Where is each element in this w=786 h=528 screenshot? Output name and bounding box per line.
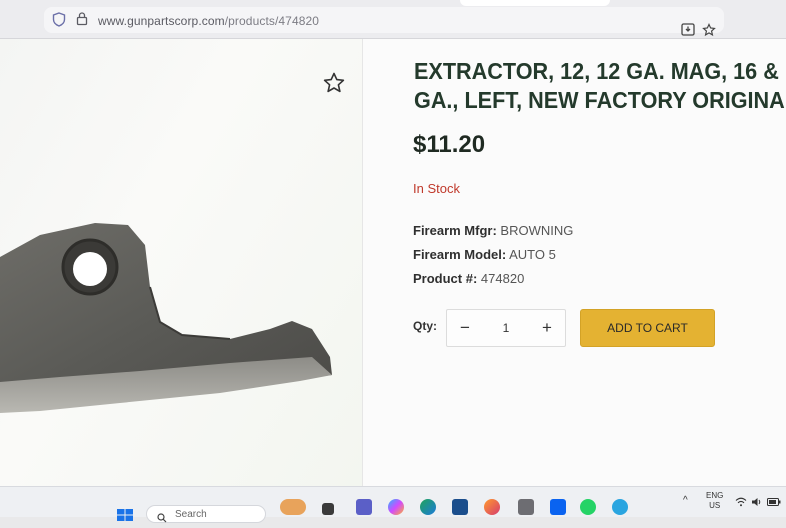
spec-value: 474820 (480, 271, 525, 286)
quantity-stepper: − 1 + (446, 309, 566, 347)
product-image-panel (0, 39, 363, 486)
spec-label: Product #: (413, 271, 478, 286)
product-price: $11.20 (413, 131, 486, 158)
battery-icon[interactable] (767, 494, 781, 512)
volume-icon[interactable] (751, 494, 763, 512)
windows-taskbar: Search ^ ENG US (0, 486, 786, 523)
copilot-icon[interactable] (388, 499, 404, 515)
search-icon (157, 510, 167, 528)
weather-icon[interactable] (280, 499, 306, 515)
language-line: ENG (706, 491, 724, 500)
spec-label: Firearm Model: (413, 247, 507, 262)
file-explorer-icon[interactable] (452, 499, 468, 515)
firefox-icon[interactable] (484, 499, 500, 515)
chevron-up-icon[interactable]: ^ (683, 495, 688, 506)
stock-status: In Stock (413, 181, 460, 196)
task-view-icon[interactable] (322, 503, 334, 515)
product-photo[interactable] (0, 217, 340, 417)
whatsapp-icon[interactable] (580, 499, 596, 515)
qty-label: Qty: (413, 319, 437, 333)
url-path: /products/474820 (224, 14, 320, 28)
search-label: Search (175, 509, 207, 520)
shield-icon[interactable] (52, 12, 66, 32)
quantity-input[interactable]: 1 (487, 310, 525, 346)
browser-tab[interactable] (460, 0, 610, 6)
edge-icon[interactable] (420, 499, 436, 515)
calculator-icon[interactable] (518, 499, 534, 515)
spec-product-number: Product #: 474820 (413, 271, 524, 286)
spec-firearm-mfgr: Firearm Mfgr: BROWNING (413, 223, 573, 238)
url-host: www.gunpartscorp.com (98, 14, 225, 28)
product-title: EXTRACTOR, 12, 12 GA. MAG, 16 & GA., LEF… (414, 57, 785, 115)
dropbox-icon[interactable] (550, 499, 566, 515)
browser-toolbar: www.gunpartscorp.com/products/474820 (0, 0, 786, 39)
favorite-star-icon[interactable] (322, 71, 346, 100)
windows-start-icon[interactable] (117, 508, 133, 526)
spec-value: AUTO 5 (509, 247, 556, 262)
lock-icon[interactable] (76, 11, 88, 31)
spec-value: BROWNING (500, 223, 574, 238)
wifi-icon[interactable] (735, 494, 747, 512)
increase-qty-button[interactable]: + (529, 310, 565, 346)
decrease-qty-button[interactable]: − (447, 310, 483, 346)
language-indicator[interactable]: ENG US (706, 491, 723, 511)
taskbar-search[interactable]: Search (146, 505, 266, 523)
region-line: US (709, 501, 721, 510)
spec-label: Firearm Mfgr: (413, 223, 497, 238)
product-title-line-1: EXTRACTOR, 12, 12 GA. MAG, 16 & (414, 58, 779, 84)
add-to-cart-button[interactable]: ADD TO CART (580, 309, 715, 347)
url-text[interactable]: www.gunpartscorp.com/products/474820 (98, 14, 319, 28)
product-page: EXTRACTOR, 12, 12 GA. MAG, 16 & GA., LEF… (0, 39, 786, 486)
product-title-line-2: GA., LEFT, NEW FACTORY ORIGINA (414, 87, 785, 113)
spec-firearm-model: Firearm Model: AUTO 5 (413, 247, 556, 262)
telegram-icon[interactable] (612, 499, 628, 515)
teams-icon[interactable] (356, 499, 372, 515)
